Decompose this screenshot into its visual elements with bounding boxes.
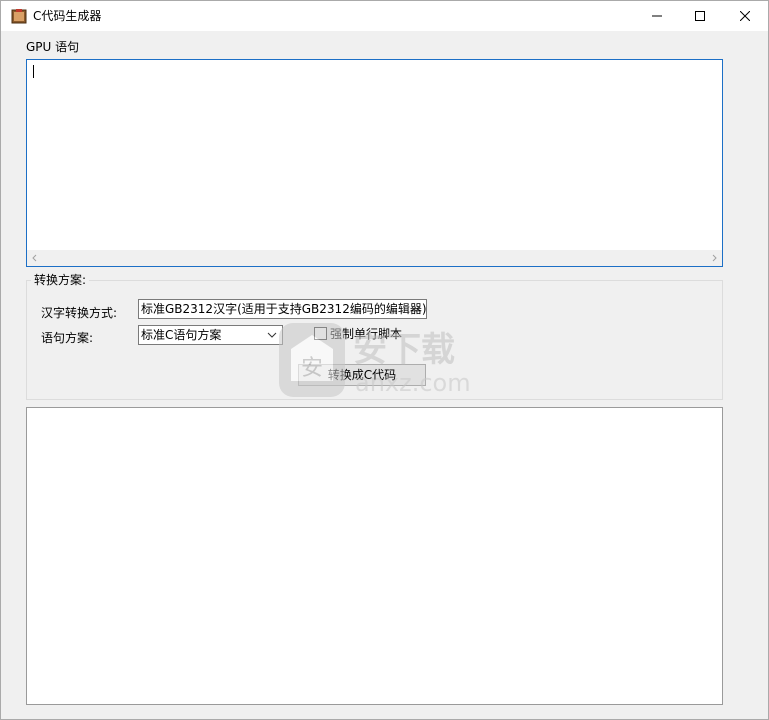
hanzi-method-select[interactable]: 标准GB2312汉字(适用于支持GB2312编码的编辑器) [138, 299, 427, 319]
app-window: C代码生成器 GPU 语句 转换方案: 汉字转换方式: 标准GB2312汉字(适… [0, 0, 769, 720]
force-single-line-label[interactable]: 强制单行脚本 [330, 327, 402, 341]
app-icon [11, 8, 27, 24]
chevron-down-icon[interactable] [408, 301, 424, 317]
minimize-icon [652, 15, 662, 17]
sentence-scheme-label: 语句方案: [41, 331, 94, 345]
window-title: C代码生成器 [33, 9, 102, 23]
maximize-button[interactable] [677, 1, 723, 31]
gpu-statement-input[interactable] [26, 59, 723, 267]
hanzi-method-label: 汉字转换方式: [41, 306, 118, 320]
maximize-icon [695, 11, 705, 21]
force-single-line-checkbox[interactable] [314, 327, 327, 340]
c-code-output[interactable] [26, 407, 723, 705]
title-bar: C代码生成器 [1, 1, 768, 31]
chevron-down-icon[interactable] [264, 327, 280, 343]
hanzi-method-value: 标准GB2312汉字(适用于支持GB2312编码的编辑器) [141, 302, 427, 316]
gpu-label: GPU 语句 [26, 40, 80, 54]
convert-button[interactable]: 转换成C代码 [298, 364, 426, 386]
group-title: 转换方案: [31, 273, 90, 287]
sentence-scheme-select[interactable]: 标准C语句方案 [138, 325, 283, 345]
close-button[interactable] [722, 1, 768, 31]
close-icon [740, 11, 750, 21]
horizontal-scrollbar[interactable] [27, 250, 722, 266]
scroll-left-icon[interactable] [27, 250, 43, 266]
sentence-scheme-value: 标准C语句方案 [141, 328, 222, 342]
text-caret [33, 65, 34, 78]
minimize-button[interactable] [634, 1, 680, 31]
scroll-right-icon[interactable] [706, 250, 722, 266]
